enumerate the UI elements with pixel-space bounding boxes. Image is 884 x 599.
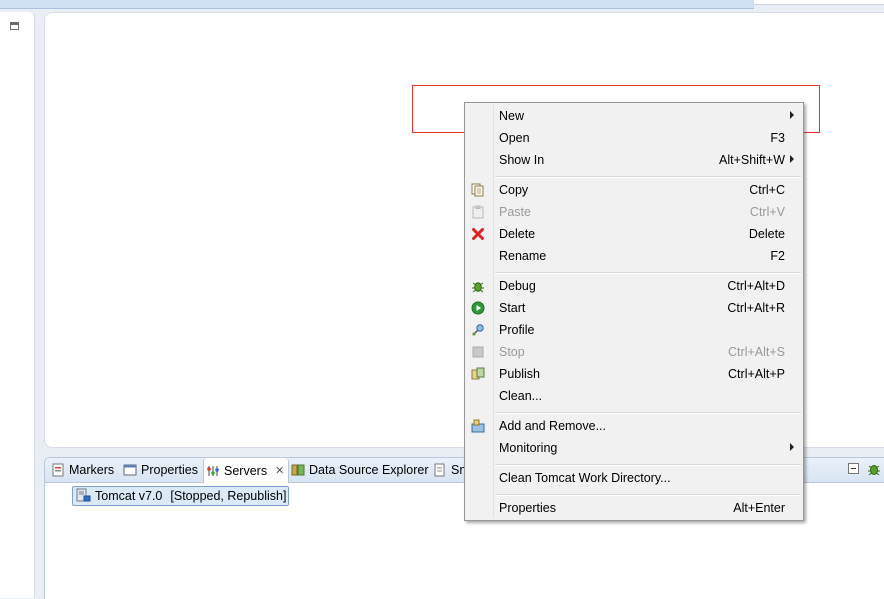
menu-item-label: Stop bbox=[499, 345, 525, 359]
menu-item-label: Profile bbox=[499, 323, 535, 337]
submenu-arrow-icon bbox=[790, 111, 794, 119]
tab-label: Servers bbox=[224, 463, 268, 478]
tab-properties[interactable]: Properties bbox=[123, 458, 198, 482]
menu-item-shortcut: Alt+Enter bbox=[733, 501, 785, 515]
debug-server-icon[interactable] bbox=[867, 462, 881, 479]
menu-item-add-and-remove[interactable]: Add and Remove... bbox=[465, 415, 803, 437]
menu-item-shortcut: Delete bbox=[748, 227, 785, 241]
menu-item-clean[interactable]: Clean... bbox=[465, 385, 803, 407]
tab-label: Markers bbox=[69, 463, 115, 477]
delete-icon bbox=[471, 227, 485, 241]
left-minimized-panel bbox=[0, 12, 35, 598]
menu-item-monitoring[interactable]: Monitoring bbox=[465, 437, 803, 459]
restore-icon[interactable] bbox=[10, 22, 19, 30]
menu-item-shortcut: Ctrl+Alt+P bbox=[728, 367, 785, 381]
menu-item-label: New bbox=[499, 109, 525, 123]
menu-item-label: Properties bbox=[499, 501, 556, 515]
top-toolbar-strip bbox=[0, 0, 754, 9]
menu-item-shortcut: Ctrl+Alt+R bbox=[727, 301, 785, 315]
snippets-icon bbox=[433, 463, 447, 477]
menu-item-label: Debug bbox=[499, 279, 536, 293]
data-source-explorer-icon bbox=[291, 463, 305, 477]
menu-separator bbox=[495, 464, 801, 466]
server-status: [Stopped, Republish] bbox=[170, 489, 287, 503]
add-remove-icon bbox=[471, 419, 485, 433]
menu-item-paste[interactable]: Paste Ctrl+V bbox=[465, 201, 803, 223]
close-icon[interactable]: ✕ bbox=[275, 464, 284, 477]
menu-separator bbox=[495, 494, 801, 496]
start-icon bbox=[471, 301, 485, 315]
menu-item-label: Paste bbox=[499, 205, 531, 219]
servers-icon bbox=[206, 464, 220, 478]
minimize-icon[interactable] bbox=[848, 463, 859, 474]
properties-icon bbox=[123, 463, 137, 477]
menu-item-stop[interactable]: Stop Ctrl+Alt+S bbox=[465, 341, 803, 363]
context-menu: New Open F3 Show In Alt+Shift+W Copy Ctr… bbox=[464, 102, 804, 521]
menu-item-label: Publish bbox=[499, 367, 540, 381]
server-tree-item[interactable]: Tomcat v7.0 [Stopped, Republish] bbox=[72, 486, 290, 506]
profile-icon bbox=[471, 323, 485, 337]
menu-item-shortcut: Ctrl+Alt+D bbox=[727, 279, 785, 293]
menu-item-label: Clean Tomcat Work Directory... bbox=[499, 471, 671, 485]
menu-item-label: Open bbox=[499, 131, 530, 145]
menu-item-rename[interactable]: Rename F2 bbox=[465, 245, 803, 267]
tab-label: Properties bbox=[141, 463, 198, 477]
tab-label: Data Source Explorer bbox=[309, 463, 429, 477]
menu-item-label: Copy bbox=[499, 183, 529, 197]
menu-item-shortcut: Ctrl+Alt+S bbox=[728, 345, 785, 359]
menu-item-shortcut: Alt+Shift+W bbox=[719, 153, 785, 167]
menu-item-label: Add and Remove... bbox=[499, 419, 607, 433]
menu-item-label: Start bbox=[499, 301, 526, 315]
menu-item-open[interactable]: Open F3 bbox=[465, 127, 803, 149]
stop-icon bbox=[471, 345, 485, 359]
tab-data-source-explorer[interactable]: Data Source Explorer bbox=[291, 458, 429, 482]
menu-item-publish[interactable]: Publish Ctrl+Alt+P bbox=[465, 363, 803, 385]
menu-item-label: Show In bbox=[499, 153, 545, 167]
top-toolbar-strip-right bbox=[754, 0, 884, 5]
menu-item-clean-tomcat-work-directory[interactable]: Clean Tomcat Work Directory... bbox=[465, 467, 803, 489]
menu-item-shortcut: Ctrl+C bbox=[749, 183, 785, 197]
menu-separator bbox=[495, 176, 801, 178]
menu-item-copy[interactable]: Copy Ctrl+C bbox=[465, 179, 803, 201]
menu-item-show-in[interactable]: Show In Alt+Shift+W bbox=[465, 149, 803, 171]
server-name: Tomcat v7.0 bbox=[95, 489, 163, 503]
menu-item-label: Rename bbox=[499, 249, 547, 263]
menu-item-new[interactable]: New bbox=[465, 105, 803, 127]
menu-item-shortcut: Ctrl+V bbox=[749, 205, 785, 219]
menu-item-profile[interactable]: Profile bbox=[465, 319, 803, 341]
tomcat-server-icon bbox=[75, 488, 91, 505]
debug-icon bbox=[471, 279, 485, 293]
tab-snippets[interactable]: Sn bbox=[433, 458, 466, 482]
menu-item-label: Monitoring bbox=[499, 441, 558, 455]
submenu-arrow-icon bbox=[790, 443, 794, 451]
copy-icon bbox=[471, 183, 485, 197]
submenu-arrow-icon bbox=[790, 155, 794, 163]
markers-icon bbox=[51, 463, 65, 477]
menu-item-label: Delete bbox=[499, 227, 536, 241]
paste-icon bbox=[471, 205, 485, 219]
tab-servers[interactable]: Servers ✕ bbox=[203, 458, 290, 483]
menu-item-label: Clean... bbox=[499, 389, 543, 403]
menu-item-shortcut: F3 bbox=[770, 131, 785, 145]
menu-item-properties[interactable]: Properties Alt+Enter bbox=[465, 497, 803, 519]
menu-item-start[interactable]: Start Ctrl+Alt+R bbox=[465, 297, 803, 319]
menu-item-shortcut: F2 bbox=[770, 249, 785, 263]
menu-item-debug[interactable]: Debug Ctrl+Alt+D bbox=[465, 275, 803, 297]
menu-item-delete[interactable]: Delete Delete bbox=[465, 223, 803, 245]
menu-separator bbox=[495, 412, 801, 414]
tab-markers[interactable]: Markers bbox=[51, 458, 114, 482]
publish-icon bbox=[471, 367, 485, 381]
menu-separator bbox=[495, 272, 801, 274]
